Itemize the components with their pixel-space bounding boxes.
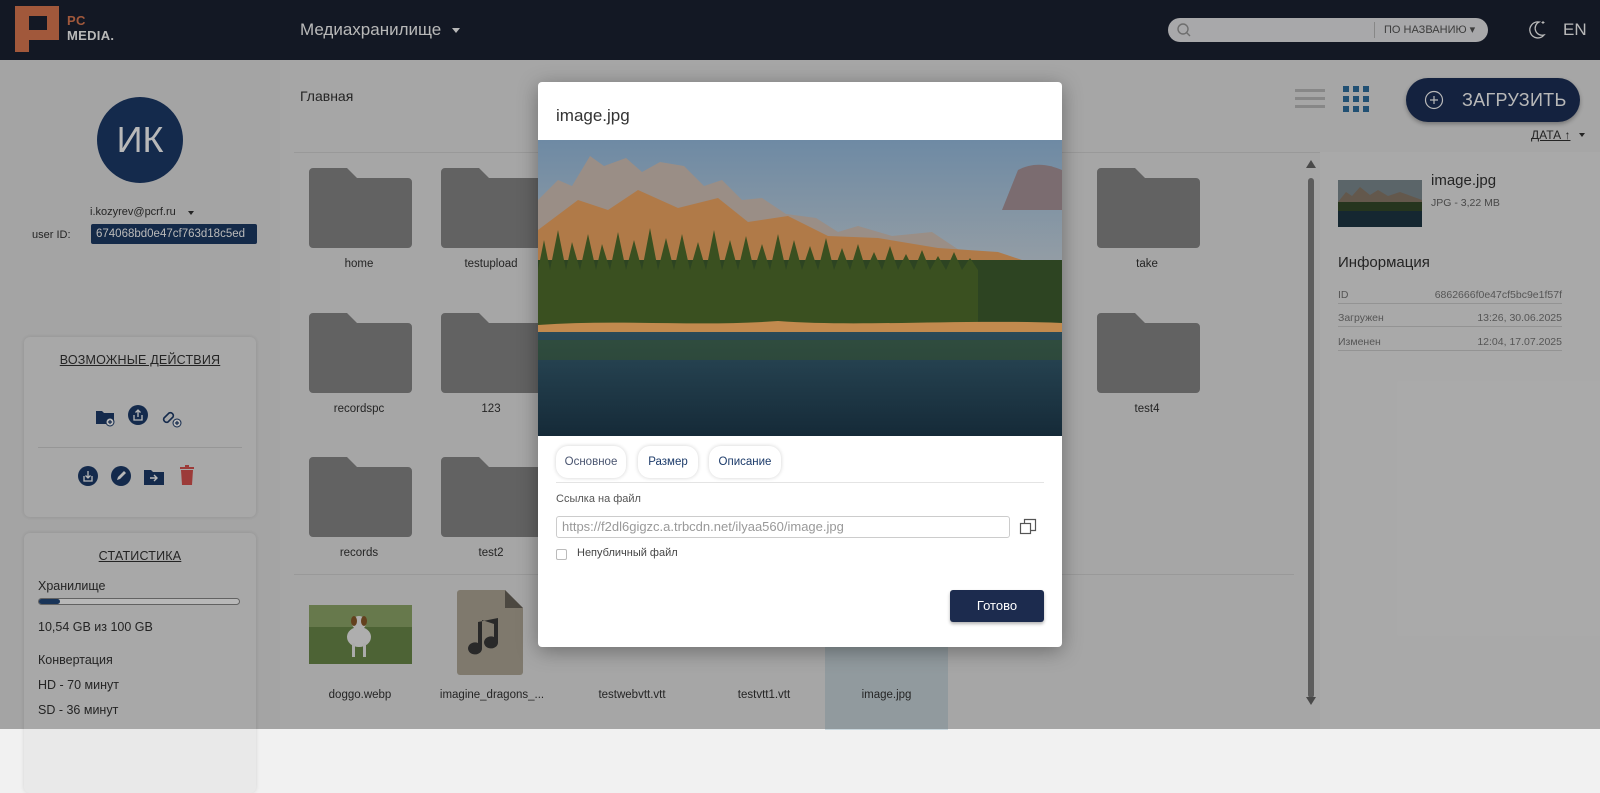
private-file-label: Непубличный файл	[577, 547, 678, 559]
preview-image	[538, 140, 1062, 436]
tab-general[interactable]: Основное	[556, 446, 626, 478]
file-preview-modal: image.jpg Основное Размер Описание Ссылк…	[538, 82, 1062, 647]
modal-title: image.jpg	[556, 106, 630, 125]
tab-size[interactable]: Размер	[638, 446, 698, 478]
file-link-label: Ссылка на файл	[556, 493, 641, 505]
file-link-input[interactable]: https://f2dl6gigzc.a.trbcdn.net/ilyaa560…	[556, 516, 1010, 538]
copy-icon[interactable]	[1019, 518, 1037, 536]
divider	[556, 482, 1044, 483]
done-button[interactable]: Готово	[950, 590, 1044, 622]
tab-description[interactable]: Описание	[709, 446, 781, 478]
private-file-checkbox[interactable]	[556, 549, 567, 560]
